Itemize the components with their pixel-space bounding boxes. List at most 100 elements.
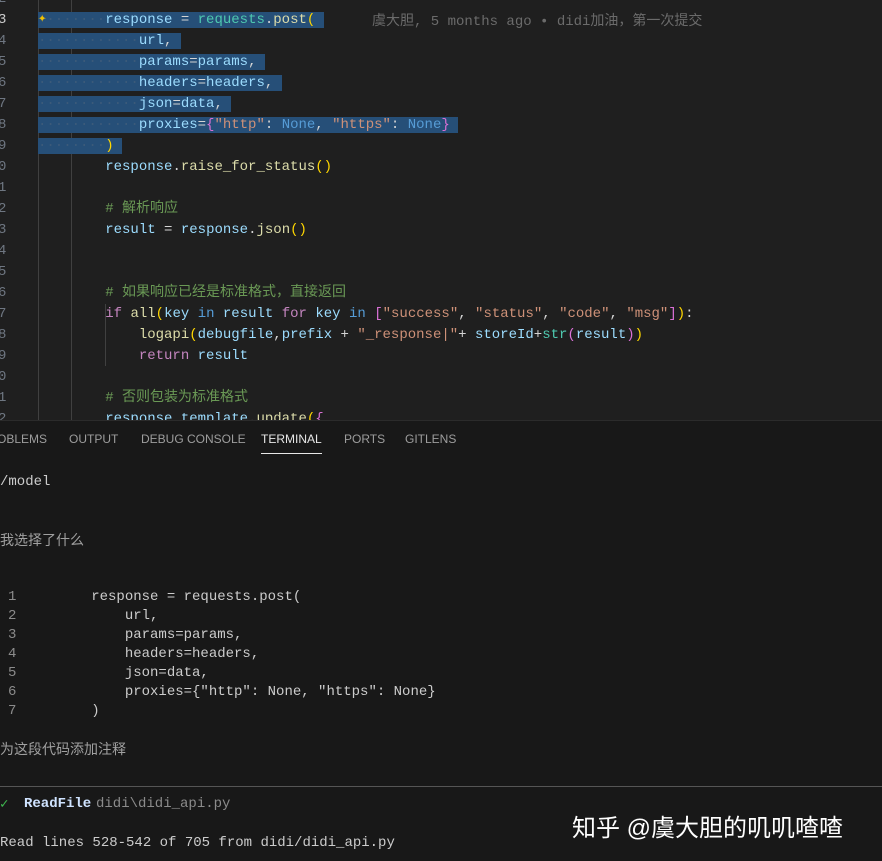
tab-output[interactable]: OUTPUT [69,432,118,446]
divider [0,786,882,787]
code-token: headers [138,75,198,91]
code-token: str [542,327,568,343]
code-token: ) [626,327,635,343]
sparkle-icon[interactable]: ✦ [38,10,46,26]
code-token: if [105,306,123,322]
tool-name: ReadFile [24,796,92,812]
line-number: 0 [0,159,7,175]
code-token: response [105,12,173,28]
code-line: ········response = requests.post( [38,10,324,31]
line-number: 9 [0,138,7,154]
snippet-line: url, [24,608,159,624]
code-token: url [138,33,165,49]
line-number: 2 [0,0,10,7]
code-token: result [575,327,627,343]
code-token: , [315,117,333,133]
code-line: response_template.update({ [38,409,323,420]
snippet-line: ) [24,703,100,719]
code-token: ············ [38,54,139,70]
user-question: 我选择了什么 [0,532,84,548]
code-line: ············params=params, [38,52,265,73]
tab-terminal[interactable]: TERMINAL [261,432,322,454]
code-line: ············url, [38,31,181,52]
line-number: 3 [0,12,7,28]
code-token: ············ [38,96,139,112]
code-line: logapi(debugfile,prefix + "_response|"+ … [38,325,643,346]
terminal-command: /model [0,474,51,490]
code-token: in [197,306,215,322]
snippet-line: proxies={"http": None, "https": None} [24,684,436,700]
snippet-line-number: 1 [8,589,17,605]
line-number: 6 [0,75,7,91]
code-token: # 解析响应 [105,201,179,217]
code-token: result [105,222,156,238]
code-token: key [164,306,190,322]
line-number: 8 [0,327,7,343]
code-token: [ [374,306,383,322]
code-token: raise_for_status [180,159,316,175]
snippet-line-number: 5 [8,665,17,681]
tab-gitlens[interactable]: GITLENS [405,432,456,446]
tab-problems[interactable]: OBLEMS [0,432,47,446]
line-number: 8 [0,117,7,133]
code-token: json [256,222,291,238]
code-token: : [390,117,408,133]
code-token: = [155,222,181,238]
tab-ports[interactable]: PORTS [344,432,385,446]
code-token: ············ [38,75,139,91]
code-line: # 如果响应已经是标准格式，直接返回 [38,283,346,304]
code-token: requests [197,12,265,28]
code-token: "code" [559,306,610,322]
code-token: "_response|" [357,327,459,343]
line-number: 4 [0,33,7,49]
line-number: 1 [0,180,7,196]
code-token: ( [567,327,576,343]
user-prompt: 为这段代码添加注释 [0,741,126,757]
code-token: # 否则包装为标准格式 [105,390,249,406]
terminal[interactable]: /model 我选择了什么 1 response = requests.post… [0,456,882,861]
code-token: = [172,12,198,28]
line-number: 0 [0,369,7,385]
code-token: . [172,159,181,175]
code-token: response [180,222,249,238]
code-line: return result [38,346,248,367]
line-number: 1 [0,390,7,406]
code-token: ············ [38,33,139,49]
code-token: None [281,117,316,133]
code-token: prefix [281,327,333,343]
line-number: 4 [0,243,7,259]
code-token: , [542,306,560,322]
code-token: "msg" [626,306,669,322]
snippet-line-number: 7 [8,703,17,719]
line-number: 5 [0,264,7,280]
code-line: ········) [38,136,123,157]
code-editor[interactable]: 2 3 ········response = requests.post( 4 ···… [0,0,882,420]
code-token: ( [189,327,198,343]
code-token: data [180,96,215,112]
code-token: , [273,327,282,343]
code-token: , [264,75,274,91]
code-token: : [685,306,694,322]
code-token: ········ [38,12,106,28]
code-line: if all(key in result for key in ["succes… [38,304,694,325]
snippet-line: response = requests.post( [24,589,302,605]
snippet-line: headers=headers, [24,646,260,662]
code-line: ············proxies={"http": None, "http… [38,115,459,136]
code-token: headers [206,75,265,91]
code-token: params [197,54,249,70]
code-token: , [458,306,476,322]
code-token: + [533,327,543,343]
code-token: ] [668,306,677,322]
code-token: in [348,306,366,322]
code-token: ) [634,327,644,343]
tab-debug-console[interactable]: DEBUG CONSOLE [141,432,246,446]
line-number: 2 [0,411,7,420]
code-token: params [138,54,190,70]
